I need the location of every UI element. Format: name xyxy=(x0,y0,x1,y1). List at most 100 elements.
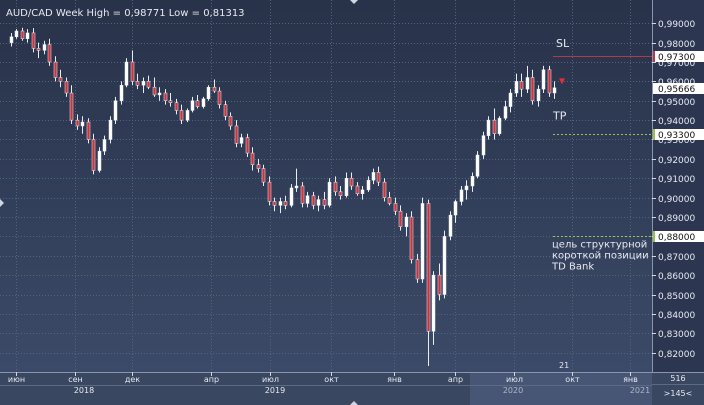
candle-body xyxy=(157,92,162,96)
candle-body xyxy=(393,203,398,212)
price-tick-label: 0,92000 xyxy=(658,156,695,166)
candle-body xyxy=(453,201,458,216)
candle-body xyxy=(492,119,497,134)
candle-body xyxy=(206,86,211,100)
candle-body xyxy=(442,236,447,295)
candle-body xyxy=(102,139,107,152)
candle-body xyxy=(536,88,541,101)
candle-body xyxy=(75,119,80,127)
candle-body xyxy=(344,178,349,196)
year-label: 2021 xyxy=(630,386,650,395)
candle-body xyxy=(283,201,288,206)
candle-body xyxy=(404,216,409,227)
candle-body xyxy=(245,137,250,154)
candle-body xyxy=(135,81,140,86)
tp-label: TP xyxy=(552,110,567,123)
candle-body xyxy=(42,44,47,51)
level-price-label-target: 0,88000 xyxy=(658,233,695,243)
candle-body xyxy=(387,197,392,204)
candle-body xyxy=(228,116,233,127)
candle-body xyxy=(179,110,184,121)
chart-window: 0,990000,980000,970000,960000,950000,940… xyxy=(0,0,704,405)
time-tick-label: июл xyxy=(262,375,279,384)
candle-body xyxy=(503,106,508,119)
price-tick-label: 0,99000 xyxy=(658,20,695,30)
sl-label: SL xyxy=(556,37,570,50)
candle-body xyxy=(69,92,74,121)
candle-body xyxy=(316,199,321,206)
candle-body xyxy=(349,178,354,187)
candle-body xyxy=(223,104,228,117)
candle-body xyxy=(486,119,491,136)
price-tick-label: 0,87000 xyxy=(658,253,695,263)
candle-body xyxy=(448,214,453,237)
candle-body xyxy=(426,203,431,332)
candle-body xyxy=(185,110,190,121)
price-tick-label: 0,82000 xyxy=(658,350,695,360)
candle-body xyxy=(459,189,464,202)
candle-body xyxy=(80,121,85,127)
candle-body xyxy=(31,32,36,49)
candle-body xyxy=(552,87,557,94)
candle-body xyxy=(382,181,387,198)
candle-body xyxy=(64,81,69,94)
plot-background xyxy=(0,0,652,372)
time-tick-label: апр xyxy=(448,375,463,384)
level-price-flag-target xyxy=(653,231,655,242)
time-tick-label: июн xyxy=(8,375,25,384)
candle-body xyxy=(470,176,475,187)
price-tick-label: 0,94000 xyxy=(658,117,695,127)
candle-body xyxy=(300,185,305,204)
level-price-flag-TP xyxy=(653,129,655,140)
time-tick-label: янв xyxy=(623,375,638,384)
candle-body xyxy=(108,119,113,140)
time-tick-label: окт xyxy=(324,375,339,384)
target-label-line: цель структурной xyxy=(552,239,647,250)
candle-body xyxy=(475,154,480,177)
candle-body xyxy=(47,44,52,63)
candle-body xyxy=(91,139,96,171)
candle-body xyxy=(481,135,486,156)
candle-body xyxy=(113,100,118,121)
candle-body xyxy=(217,90,222,105)
candle-body xyxy=(371,172,376,181)
candle-body xyxy=(420,203,425,280)
candle-body xyxy=(525,77,530,90)
candle-body xyxy=(146,81,151,88)
candle-body xyxy=(212,86,217,92)
candle-body xyxy=(256,164,261,169)
bottom-marker-label: 21 xyxy=(559,361,569,370)
candle-body xyxy=(294,185,299,189)
time-tick-label: дек xyxy=(125,375,140,384)
candle-body xyxy=(272,201,277,206)
candle-body xyxy=(130,61,135,82)
candle-body xyxy=(97,150,102,171)
time-tick-label: янв xyxy=(387,375,402,384)
candle-body xyxy=(152,86,157,96)
candle-body xyxy=(174,102,179,111)
candle-body xyxy=(514,81,519,94)
candle-body xyxy=(530,77,535,101)
candle-body xyxy=(327,181,332,206)
candle-body xyxy=(398,210,403,227)
candle-body xyxy=(289,187,294,206)
candle-body xyxy=(437,274,442,295)
time-tick-label: окт xyxy=(565,375,580,384)
level-price-label-TP: 0,93300 xyxy=(658,131,695,141)
candle-body xyxy=(338,191,343,196)
target-label-line: TD Bank xyxy=(551,261,594,272)
level-price-label-SL: 0,97300 xyxy=(658,53,695,63)
candle-body xyxy=(409,216,414,260)
price-tick-label: 0,91000 xyxy=(658,175,695,185)
candle-body xyxy=(25,32,30,39)
candle-body xyxy=(124,61,129,86)
bar-count-label: 516 xyxy=(670,374,685,383)
year-label: 2019 xyxy=(265,386,285,395)
price-tick-label: 0,89000 xyxy=(658,214,695,224)
candle-body xyxy=(355,185,360,194)
candle-body xyxy=(234,125,239,144)
time-tick-label: апр xyxy=(204,375,219,384)
candle-body xyxy=(431,274,436,332)
candle-body xyxy=(58,77,63,82)
candle-body xyxy=(201,98,206,107)
